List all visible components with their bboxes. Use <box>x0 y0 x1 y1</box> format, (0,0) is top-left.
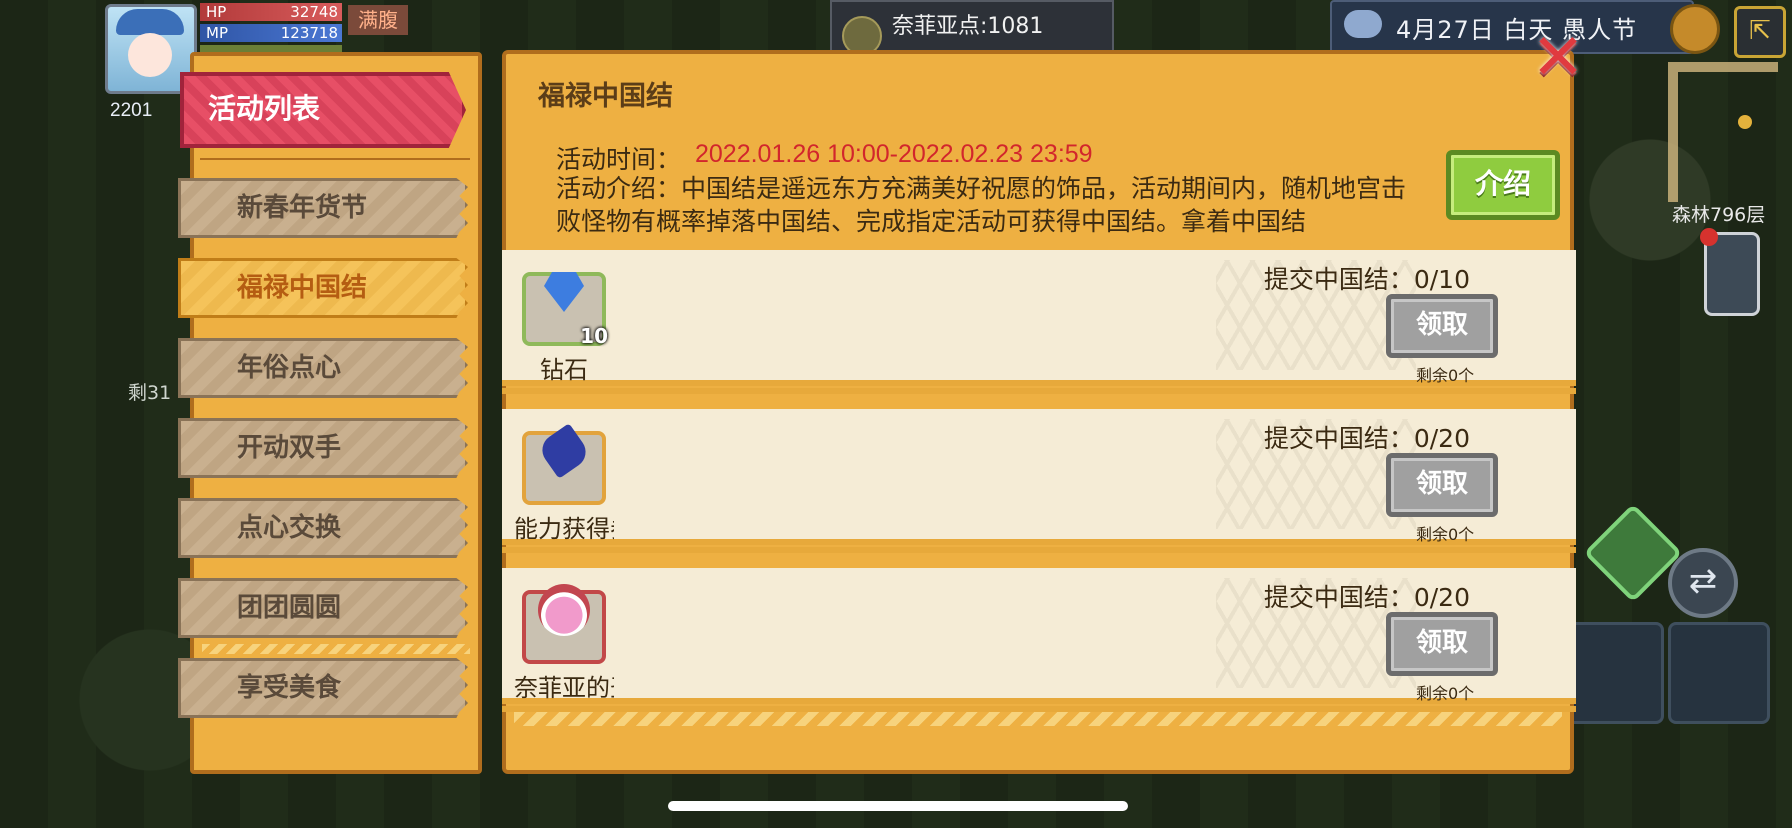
item-name: 奈菲亚的圣辉 <box>514 674 614 702</box>
submit-requirement: 提交中国结：0/10 <box>1263 265 1470 294</box>
exit-button[interactable]: ⇱ <box>1734 6 1786 58</box>
menu-item-enjoy-food[interactable]: 享受美食 <box>178 658 468 718</box>
nafy-points-bar: 奈菲亚点:1081 <box>830 0 1114 56</box>
remaining-count: 剩余0个 <box>1416 525 1475 544</box>
minimap-marker <box>1738 115 1752 129</box>
hp-bar: HP 32748 <box>200 3 342 21</box>
scroll-icon <box>536 423 592 479</box>
swap-weapon-icon[interactable]: ⇄ <box>1668 548 1738 618</box>
submit-requirement: 提交中国结：0/20 <box>1263 583 1470 612</box>
mp-value: 123718 <box>280 24 338 42</box>
claim-button[interactable]: 领取 <box>1386 612 1498 676</box>
menu-item-new-year-goods[interactable]: 新春年货节 <box>178 178 468 238</box>
item-count: 10 <box>580 324 608 348</box>
hp-value: 32748 <box>290 3 338 21</box>
reward-item-frame[interactable] <box>522 584 606 664</box>
item-name: 钻石 <box>540 356 588 384</box>
event-time-label: 活动时间： <box>556 145 682 174</box>
left-remaining-text: 剩31 <box>128 382 172 404</box>
rain-cloud-icon <box>1344 10 1382 38</box>
remaining-count: 剩余0个 <box>1416 366 1475 385</box>
date-text: 4月27日 白天 愚人节 <box>1396 16 1638 44</box>
weapon-slot-sword[interactable] <box>1562 622 1664 724</box>
remaining-count: 剩余0个 <box>1416 684 1475 703</box>
avatar-face <box>128 33 172 77</box>
notification-dot-icon <box>1700 228 1718 246</box>
reward-row: 奈菲亚的圣辉 提交中国结：0/20 领取 剩余0个 <box>502 568 1576 712</box>
diamond-icon <box>544 272 584 312</box>
activity-list-title: 活动列表 <box>180 72 466 148</box>
reward-row: 能力获得券 提交中国结：0/20 领取 剩余0个 <box>502 409 1576 553</box>
mp-bar: MP 123718 <box>200 24 342 42</box>
event-title: 福禄中国结 <box>538 81 673 112</box>
potion-icon <box>538 584 590 636</box>
menu-item-reunion[interactable]: 团团圆圆 <box>178 578 468 638</box>
home-indicator[interactable] <box>668 801 1128 811</box>
event-time-value: 2022.01.26 10:00-2022.02.23 23:59 <box>695 140 1093 168</box>
status-badge: 满腹 <box>348 5 408 35</box>
menu-item-chinese-knot[interactable]: 福禄中国结 <box>178 258 468 318</box>
menu-item-hands-on[interactable]: 开动双手 <box>178 418 468 478</box>
menu-item-festival-snacks[interactable]: 年俗点心 <box>178 338 468 398</box>
mp-label: MP <box>206 24 228 42</box>
floor-label: 森林796层 <box>1672 204 1766 226</box>
globe-icon[interactable] <box>1670 4 1720 54</box>
submit-requirement: 提交中国结：0/20 <box>1263 424 1470 453</box>
menu-item-snack-exchange[interactable]: 点心交换 <box>178 498 468 558</box>
panel-border-pattern <box>514 712 1562 726</box>
weapon-slot-bow[interactable] <box>1668 622 1770 724</box>
reward-item-frame[interactable]: 10 <box>522 272 608 348</box>
gem-count: 2201 <box>110 100 153 121</box>
nafy-points-text: 奈菲亚点:1081 <box>892 14 1044 39</box>
minimap-path <box>1668 62 1778 202</box>
reward-row: 10 钻石 提交中国结：0/10 领取 剩余0个 <box>502 250 1576 394</box>
claim-button[interactable]: 领取 <box>1386 453 1498 517</box>
event-description: 活动介绍：中国结是遥远东方充满美好祝愿的饰品，活动期间内，随机地宫击败怪物有概率… <box>556 174 1407 236</box>
avatar-hat <box>116 9 184 35</box>
claim-button[interactable]: 领取 <box>1386 294 1498 358</box>
item-name: 能力获得券 <box>514 515 614 543</box>
reward-item-frame[interactable] <box>522 423 606 505</box>
divider <box>200 158 470 160</box>
close-icon[interactable]: ✕ <box>1528 26 1588 90</box>
hp-label: HP <box>206 3 227 21</box>
intro-button[interactable]: 介绍 <box>1446 150 1560 220</box>
date-weather-bar: 4月27日 白天 愚人节 <box>1330 0 1694 54</box>
